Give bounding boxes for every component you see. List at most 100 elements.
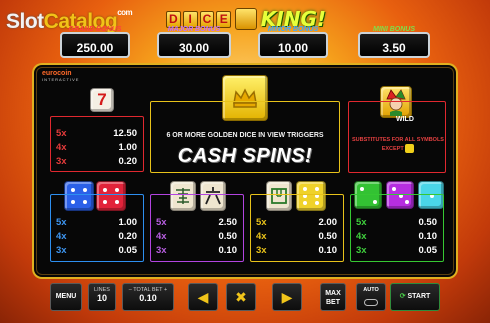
pay-row: 4x 1.00: [56, 142, 137, 155]
pay-mult: 4x: [356, 231, 367, 242]
mini-bonus-value: 3.50: [382, 41, 406, 55]
pay-value: 0.10: [418, 231, 438, 242]
minor-bonus-meter: MINOR BONUS 10.00: [258, 26, 328, 58]
pay-value: 0.10: [218, 245, 238, 256]
logo-letter: C: [199, 10, 215, 28]
provider-logo: eurocoin INTERACTIVE: [42, 70, 79, 82]
mini-bonus-meter: MINI BONUS 3.50: [358, 26, 430, 58]
bet-plus-icon[interactable]: +: [162, 287, 167, 293]
pay-row: 4x 0.10: [356, 231, 437, 244]
golden-die-mini-icon: [405, 144, 415, 153]
pay-mult: 3x: [56, 245, 67, 256]
close-paytable-button[interactable]: ✖: [226, 283, 256, 311]
pay-mult: 4x: [256, 231, 267, 242]
blue-red-paytable: 5x 1.00 4x 0.20 3x 0.05: [50, 194, 144, 262]
start-label-row: ⟳ START: [400, 293, 431, 300]
pay-row: 4x 0.20: [56, 231, 137, 244]
pay-value: 0.05: [118, 245, 138, 256]
feature-title: CASH SPINS!: [177, 145, 313, 167]
major-bonus-meter: MAJOR BONUS 30.00: [157, 26, 231, 58]
pay-mult: 5x: [256, 217, 267, 228]
auto-label: AUTO: [363, 287, 379, 293]
pay-row: 3x 0.10: [156, 245, 237, 258]
max-bet-button[interactable]: MAX BET: [320, 283, 346, 311]
next-page-button[interactable]: ▶: [272, 283, 302, 311]
color-dice-paytable: 5x 0.50 4x 0.10 3x 0.05: [350, 194, 444, 262]
major-bonus-label: MAJOR BONUS: [167, 26, 221, 33]
start-label: START: [407, 293, 431, 300]
pay-value: 0.20: [118, 156, 138, 167]
max-bet-label: MAX BET: [325, 290, 341, 306]
pay-value: 2.50: [218, 217, 238, 228]
pay-value: 1.00: [118, 142, 138, 153]
pay-value: 0.05: [418, 245, 438, 256]
logo-letter: D: [166, 10, 181, 28]
seven-die-icon: 7: [90, 88, 114, 112]
pay-value: 12.50: [113, 128, 137, 139]
grand-bonus-value: 250.00: [76, 41, 114, 55]
pay-row: 3x 0.05: [356, 245, 437, 258]
pay-value: 1.00: [118, 217, 138, 228]
logo-letter: I: [182, 10, 198, 28]
pay-value: 0.10: [318, 245, 338, 256]
pay-mult: 3x: [156, 245, 167, 256]
provider-name: eurocoin: [42, 70, 72, 77]
site-logo-part1: Slot: [6, 10, 44, 33]
pay-value: 2.00: [318, 217, 338, 228]
wild-substitute-text: SUBSTITUTES FOR ALL SYMBOLS EXCEPT: [348, 136, 448, 153]
pay-row: 5x 2.50: [156, 217, 237, 230]
pay-row: 3x 0.20: [56, 156, 137, 169]
mini-bonus-label: MINI BONUS: [373, 26, 415, 33]
grand-bonus-meter: GRAND BONUS 250.00: [60, 26, 130, 58]
pay-row: 3x 0.05: [56, 245, 137, 258]
auto-toggle-icon: [364, 299, 378, 306]
pay-mult: 4x: [56, 142, 67, 153]
right-arrow-icon: ▶: [281, 289, 293, 305]
lines-value: 10: [96, 293, 107, 303]
wild-substitute-label: SUBSTITUTES FOR ALL SYMBOLS EXCEPT: [352, 137, 444, 152]
site-logo-suffix: com: [117, 8, 133, 17]
logo-die-icon: [235, 8, 257, 30]
pay-row: 4x 0.50: [156, 231, 237, 244]
pay-row: 5x 0.50: [356, 217, 437, 230]
menu-label: MENU: [55, 293, 77, 300]
left-arrow-icon: ◀: [197, 289, 209, 305]
pay-mult: 3x: [56, 156, 67, 167]
auto-button[interactable]: AUTO: [356, 283, 386, 311]
menu-button[interactable]: MENU: [50, 283, 82, 311]
mahjong-six-paytable: 5x 2.50 4x 0.50 3x 0.10: [150, 194, 244, 262]
pay-row: 5x 1.00: [56, 217, 137, 230]
pay-mult: 5x: [56, 128, 67, 139]
lines-display: LINES 10: [88, 283, 116, 311]
pay-row: 5x 12.50: [56, 128, 137, 141]
pay-value: 0.50: [218, 231, 238, 242]
pay-mult: 3x: [256, 245, 267, 256]
grand-bonus-label: GRAND BONUS: [68, 26, 122, 33]
feature-trigger-text: 6 OR MORE GOLDEN DICE IN VIEW TRIGGERS: [166, 132, 324, 139]
total-bet-display: – TOTAL BET + 0.10: [122, 283, 174, 311]
total-bet-value: 0.10: [139, 293, 157, 303]
pay-mult: 5x: [356, 217, 367, 228]
pay-mult: 5x: [156, 217, 167, 228]
provider-tagline: INTERACTIVE: [42, 77, 80, 82]
pay-mult: 3x: [356, 245, 367, 256]
close-icon: ✖: [235, 289, 247, 305]
pay-row: 3x 0.10: [256, 245, 337, 258]
pay-mult: 5x: [56, 217, 67, 228]
minor-bonus-label: MINOR BONUS: [267, 26, 319, 33]
pay-mult: 4x: [56, 231, 67, 242]
prev-page-button[interactable]: ◀: [188, 283, 218, 311]
pay-row: 5x 2.00: [256, 217, 337, 230]
pay-row: 4x 0.50: [256, 231, 337, 244]
logo-letter: E: [216, 10, 232, 28]
major-bonus-value: 30.00: [178, 41, 210, 55]
mahjong-four-paytable: 5x 2.00 4x 0.50 3x 0.10: [250, 194, 344, 262]
pay-value: 0.50: [418, 217, 438, 228]
pay-value: 0.20: [118, 231, 138, 242]
minor-bonus-value: 10.00: [277, 41, 309, 55]
pay-value: 0.50: [318, 231, 338, 242]
start-button[interactable]: ⟳ START: [390, 283, 440, 311]
seven-paytable: 5x 12.50 4x 1.00 3x 0.20: [50, 116, 144, 172]
spin-arrows-icon: ⟳: [399, 293, 408, 300]
pay-mult: 4x: [156, 231, 167, 242]
